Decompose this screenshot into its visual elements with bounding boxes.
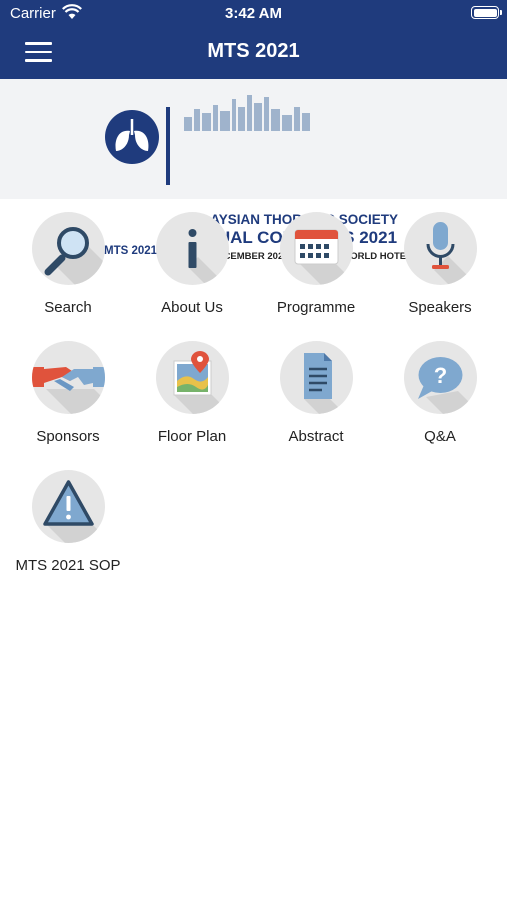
menu-label: Search	[44, 299, 92, 316]
menu-tile-sponsors[interactable]: Sponsors	[6, 329, 130, 449]
search-icon	[32, 212, 105, 285]
menu-label: Q&A	[424, 428, 456, 445]
menu-tile-about-us[interactable]: About Us	[130, 200, 254, 320]
calendar-icon	[280, 212, 353, 285]
status-bar: Carrier 3:42 AM	[0, 0, 507, 28]
menu-label: Programme	[276, 299, 356, 316]
menu-tile-speakers[interactable]: Speakers	[378, 200, 502, 320]
page-title: MTS 2021	[207, 40, 300, 62]
menu-label: Abstract	[288, 428, 344, 445]
menu-label: Floor Plan	[157, 428, 227, 445]
clock: 3:42 AM	[225, 5, 282, 22]
map-pin-icon	[156, 341, 229, 414]
menu-tile-programme[interactable]: Programme	[254, 200, 378, 320]
microphone-icon	[404, 212, 477, 285]
congress-logo	[105, 95, 310, 185]
svg-text:?: ?	[434, 363, 447, 388]
menu-label: About Us	[161, 299, 223, 316]
menu-tile-floor-plan[interactable]: Floor Plan	[130, 329, 254, 449]
menu-label: Sponsors	[36, 428, 100, 445]
warning-icon	[32, 470, 105, 543]
menu-tile-search[interactable]: Search	[6, 200, 130, 320]
question-bubble-icon: ?	[404, 341, 477, 414]
top-bar: Carrier 3:42 AM MTS 2021	[0, 0, 507, 79]
menu-tile-qa[interactable]: ? Q&A	[378, 329, 502, 449]
document-icon	[280, 341, 353, 414]
menu-label: MTS 2021 SOP	[15, 557, 121, 574]
battery-icon	[471, 6, 502, 19]
menu-tile-sop[interactable]: MTS 2021 SOP	[6, 458, 130, 578]
congress-banner: MTS 2021 MALAYSIAN THORACIC SOCIETY ANNU…	[0, 79, 507, 262]
menu-tile-abstract[interactable]: Abstract	[254, 329, 378, 449]
menu-label: Speakers	[408, 299, 472, 316]
info-icon	[156, 212, 229, 285]
handshake-icon	[32, 341, 105, 414]
